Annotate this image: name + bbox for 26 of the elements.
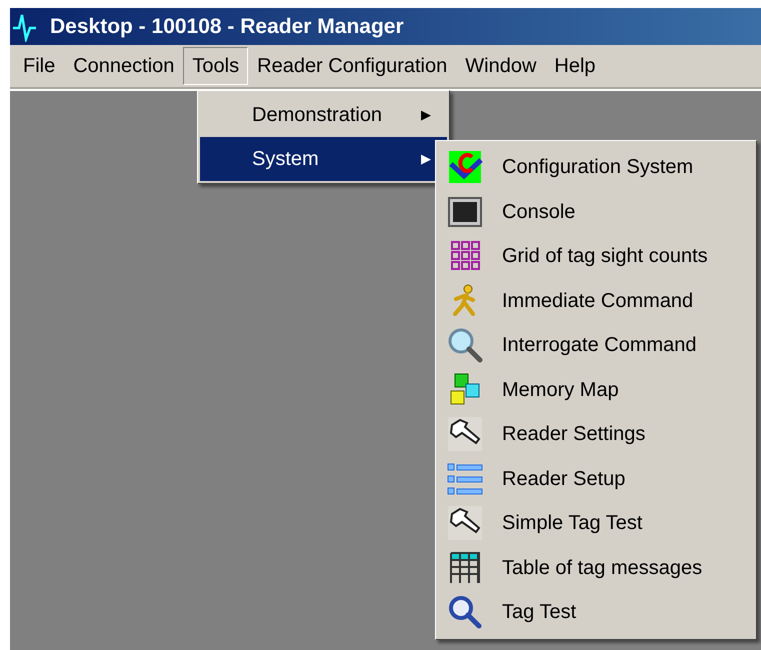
menu-item[interactable]: System ▶ bbox=[200, 137, 447, 181]
menu-item[interactable]: Demonstration ▶ bbox=[200, 93, 447, 137]
menu-item[interactable]: Memory Map bbox=[502, 374, 619, 405]
menu-item[interactable]: Table of tag messages bbox=[502, 552, 702, 583]
menu-item[interactable]: Connection bbox=[64, 47, 184, 85]
menu-item[interactable]: Tag Test bbox=[502, 597, 576, 628]
magnifier-icon bbox=[446, 593, 484, 632]
menu-item[interactable]: Console bbox=[502, 196, 576, 227]
menu-item[interactable]: Help bbox=[545, 47, 605, 85]
wrench-icon bbox=[446, 504, 484, 542]
menu-item[interactable]: Immediate Command bbox=[502, 286, 694, 316]
menu-item[interactable]: Window bbox=[456, 47, 546, 85]
menu-item[interactable]: Interrogate Command bbox=[502, 330, 697, 360]
menu-item[interactable]: Configuration System bbox=[502, 152, 694, 182]
submenu-arrow: ▶ bbox=[421, 150, 431, 168]
window-title: Desktop - 100108 - Reader Manager bbox=[50, 14, 404, 40]
menu-item[interactable]: Tools bbox=[183, 47, 248, 85]
menu-item[interactable]: Simple Tag Test bbox=[502, 508, 642, 538]
submenu-arrow: ▶ bbox=[421, 106, 431, 124]
menu-item[interactable]: File bbox=[14, 47, 64, 85]
menu-item[interactable]: Reader Settings bbox=[502, 419, 646, 450]
wrench-icon bbox=[446, 415, 484, 454]
menu-item[interactable]: Grid of tag sight counts bbox=[502, 241, 708, 272]
magnifier-icon bbox=[446, 326, 484, 364]
menu-item[interactable]: Reader Configuration bbox=[248, 47, 456, 85]
menu-item[interactable]: Reader Setup bbox=[502, 464, 626, 494]
